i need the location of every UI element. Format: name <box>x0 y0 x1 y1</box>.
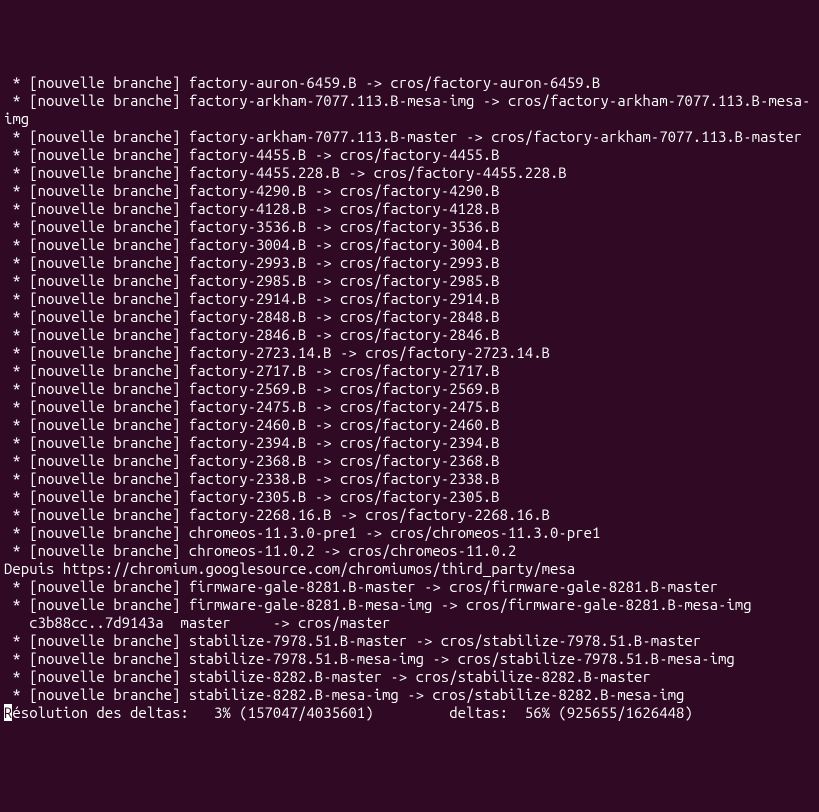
terminal-output: * [nouvelle branche] factory-auron-6459.… <box>4 74 815 722</box>
cursor: R <box>4 704 12 721</box>
status-line: Résolution des deltas: 3% (157047/403560… <box>4 704 693 721</box>
status-text: ésolution des deltas: 3% (157047/4035601… <box>12 704 692 721</box>
